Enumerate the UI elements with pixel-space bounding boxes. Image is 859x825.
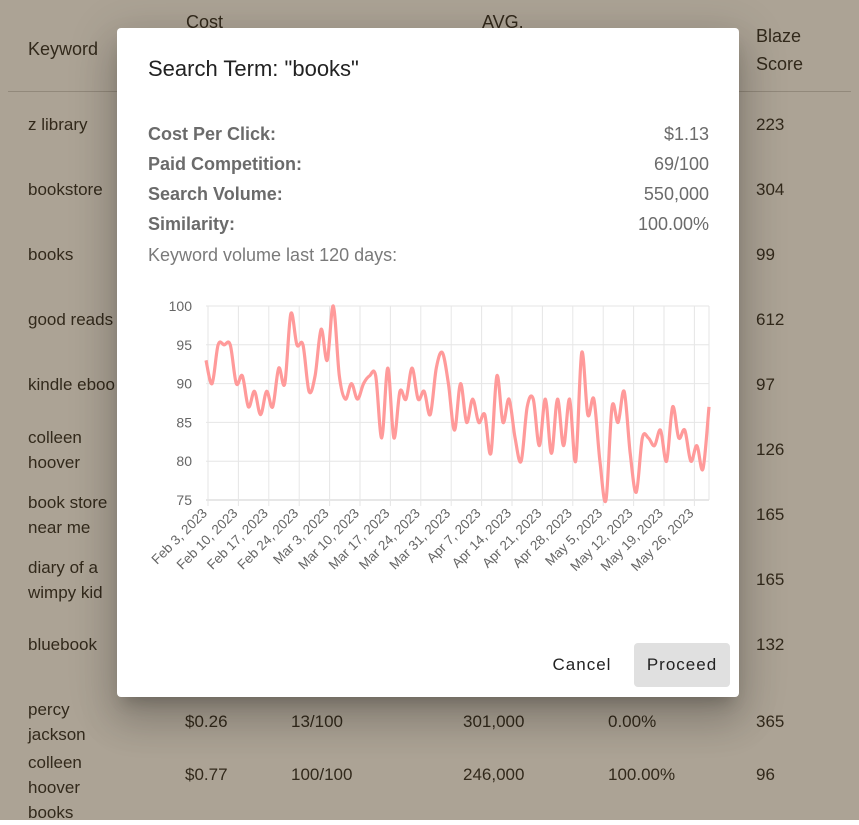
keyword-volume-chart: 7580859095100Feb 3, 2023Feb 10, 2023Feb … <box>149 298 711 574</box>
y-tick-label: 90 <box>176 376 192 392</box>
stat-label: Cost Per Click: <box>148 124 277 144</box>
stat-search-volume: Search Volume: 550,000 <box>148 184 709 210</box>
stat-value: $1.13 <box>663 124 709 144</box>
y-tick-label: 100 <box>169 298 193 314</box>
stat-label: Similarity: <box>148 214 236 234</box>
y-tick-label: 85 <box>176 414 192 430</box>
stat-value: 100.00% <box>637 214 709 234</box>
y-tick-label: 75 <box>176 492 192 508</box>
stat-label: Search Volume: <box>148 184 283 204</box>
dialog-title: Search Term: "books" <box>148 56 359 81</box>
proceed-button[interactable]: Proceed <box>634 643 730 687</box>
stat-paid-competition: Paid Competition: 69/100 <box>148 154 709 180</box>
stat-value: 550,000 <box>643 184 709 204</box>
cancel-button[interactable]: Cancel <box>540 643 624 687</box>
chart-caption: Keyword volume last 120 days: <box>148 245 398 265</box>
search-term-dialog: Search Term: "books" Cost Per Click: $1.… <box>117 28 739 697</box>
stat-similarity: Similarity: 100.00% <box>148 214 709 240</box>
stat-value: 69/100 <box>653 154 709 174</box>
stat-cost-per-click: Cost Per Click: $1.13 <box>148 124 709 150</box>
y-tick-label: 80 <box>176 453 192 469</box>
stat-label: Paid Competition: <box>148 154 302 174</box>
y-tick-label: 95 <box>176 337 192 353</box>
